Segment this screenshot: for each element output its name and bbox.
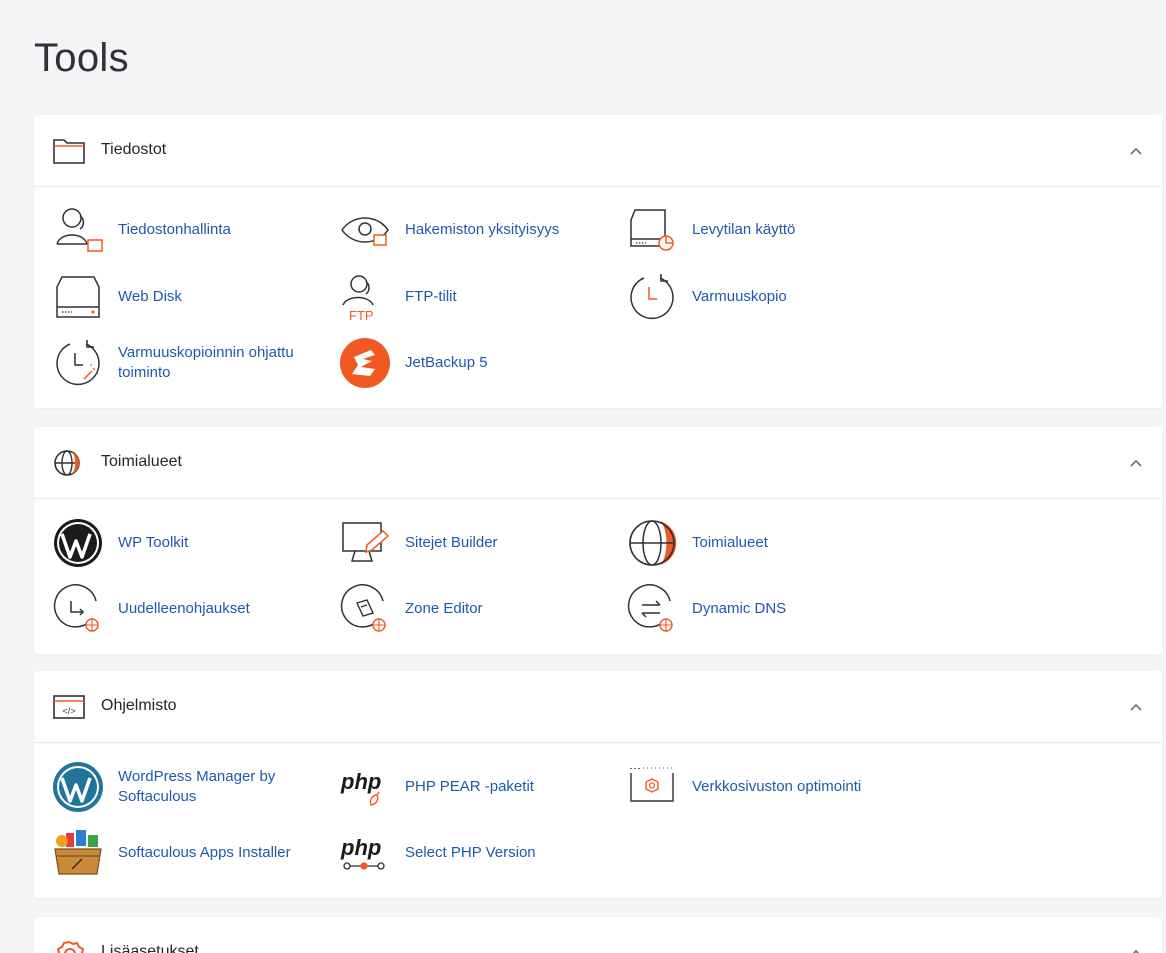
tool-disk-usage[interactable]: Levytilan käyttö xyxy=(626,200,906,260)
dynamic-dns-icon xyxy=(627,584,673,632)
section-title: Lisäasetukset xyxy=(101,943,199,953)
tool-label: JetBackup 5 xyxy=(405,354,488,371)
tool-label: Verkkosivuston optimointi xyxy=(692,778,862,795)
tool-zone-editor[interactable]: Zone Editor xyxy=(339,579,619,639)
section-title: Ohjelmisto xyxy=(101,697,177,714)
tool-wordpress-manager[interactable]: WordPress Manager by Softaculous xyxy=(52,757,332,817)
tool-redirects[interactable]: Uudelleenohjaukset xyxy=(52,579,332,639)
gear-icon xyxy=(56,940,85,953)
wordpress-manager-icon xyxy=(53,762,103,812)
backup-icon xyxy=(630,274,674,320)
tool-web-disk[interactable]: Web Disk xyxy=(52,267,332,327)
redirects-icon xyxy=(53,584,99,632)
tool-label: WP Toolkit xyxy=(118,534,189,551)
section-tiedostot: Tiedostot Tiedostonhallinta Hakemiston y… xyxy=(34,115,1162,408)
section-lisaasetukset: Lisäasetukset xyxy=(34,917,1162,953)
tool-label: Select PHP Version xyxy=(405,844,536,861)
tool-dynamic-dns[interactable]: Dynamic DNS xyxy=(626,579,906,639)
softaculous-icon xyxy=(54,830,102,875)
section-title: Toimialueet xyxy=(101,453,182,470)
file-manager-icon xyxy=(56,208,103,252)
tool-ftp-accounts[interactable]: FTP FTP-tilit xyxy=(339,267,619,327)
tool-softaculous[interactable]: Softaculous Apps Installer xyxy=(52,823,332,883)
tool-label: Levytilan käyttö xyxy=(692,221,796,238)
backup-wizard-icon xyxy=(56,340,100,386)
folder-icon xyxy=(53,139,85,164)
globe-icon xyxy=(54,450,80,476)
tool-label: Varmuuskopio xyxy=(692,288,787,305)
tool-label: Softaculous Apps Installer xyxy=(118,844,291,861)
tool-label: Zone Editor xyxy=(405,600,483,617)
tool-php-pear[interactable]: php PHP PEAR -paketit xyxy=(339,757,619,817)
section-title: Tiedostot xyxy=(101,141,167,158)
zone-editor-icon xyxy=(340,584,386,632)
section-header-toimialueet[interactable]: Toimialueet xyxy=(34,427,1162,499)
chevron-up-icon[interactable] xyxy=(1128,699,1144,715)
page-title: Tools xyxy=(34,36,129,80)
tool-label: Tiedostonhallinta xyxy=(118,221,231,238)
tool-file-manager[interactable]: Tiedostonhallinta xyxy=(52,200,332,260)
tool-label: Uudelleenohjaukset xyxy=(118,600,250,617)
directory-privacy-icon xyxy=(341,217,389,246)
tool-domains[interactable]: Toimialueet xyxy=(626,513,906,573)
code-window-icon: </> xyxy=(53,695,85,719)
section-header-ohjelmisto[interactable]: </> Ohjelmisto xyxy=(34,671,1162,743)
tool-backup-wizard[interactable]: Varmuuskopioinnin ohjattu toiminto xyxy=(52,333,332,393)
code-glyph-text: </> xyxy=(62,706,75,716)
wordpress-icon xyxy=(54,519,102,567)
php-text: php xyxy=(340,769,381,794)
php-version-icon: php xyxy=(340,835,385,870)
tool-sitejet-builder[interactable]: Sitejet Builder xyxy=(339,513,619,573)
php-pear-icon: php xyxy=(340,769,381,806)
tool-backup[interactable]: Varmuuskopio xyxy=(626,267,906,327)
tool-label: WordPress Manager by Softaculous xyxy=(118,768,276,805)
tool-directory-privacy[interactable]: Hakemiston yksityisyys xyxy=(339,200,619,260)
ftp-text: FTP xyxy=(349,308,374,323)
tool-jetbackup[interactable]: JetBackup 5 xyxy=(339,333,619,393)
section-header-lisaasetukset[interactable]: Lisäasetukset xyxy=(34,917,1162,953)
tool-label: Dynamic DNS xyxy=(692,600,787,617)
tool-optimize-website[interactable]: Verkkosivuston optimointi xyxy=(626,757,906,817)
tool-label: PHP PEAR -paketit xyxy=(405,778,534,795)
tool-label: Sitejet Builder xyxy=(405,534,498,551)
tool-select-php-version[interactable]: php Select PHP Version xyxy=(339,823,619,883)
chevron-up-icon[interactable] xyxy=(1128,455,1144,471)
tool-label: Toimialueet xyxy=(692,534,768,551)
tool-label: Varmuuskopioinnin ohjattu toiminto xyxy=(118,344,294,381)
section-header-tiedostot[interactable]: Tiedostot xyxy=(34,115,1162,187)
ftp-accounts-icon: FTP xyxy=(342,275,374,323)
section-ohjelmisto: </> Ohjelmisto WordPress Manager by Soft… xyxy=(34,671,1162,898)
domains-icon xyxy=(629,520,677,566)
tool-label: Hakemiston yksityisyys xyxy=(405,221,560,238)
chevron-up-icon[interactable] xyxy=(1128,143,1144,159)
web-disk-icon xyxy=(56,276,100,318)
php-text: php xyxy=(340,835,381,860)
tool-label: Web Disk xyxy=(118,288,182,305)
tool-wp-toolkit[interactable]: WP Toolkit xyxy=(52,513,332,573)
disk-usage-icon xyxy=(630,209,674,251)
jetbackup-icon xyxy=(340,338,390,388)
optimize-website-icon xyxy=(630,767,674,802)
chevron-up-icon[interactable] xyxy=(1128,945,1144,953)
sitejet-icon xyxy=(342,522,390,562)
section-toimialueet: Toimialueet WP Toolkit Sitejet Builder T… xyxy=(34,427,1162,654)
tool-label: FTP-tilit xyxy=(405,288,457,305)
